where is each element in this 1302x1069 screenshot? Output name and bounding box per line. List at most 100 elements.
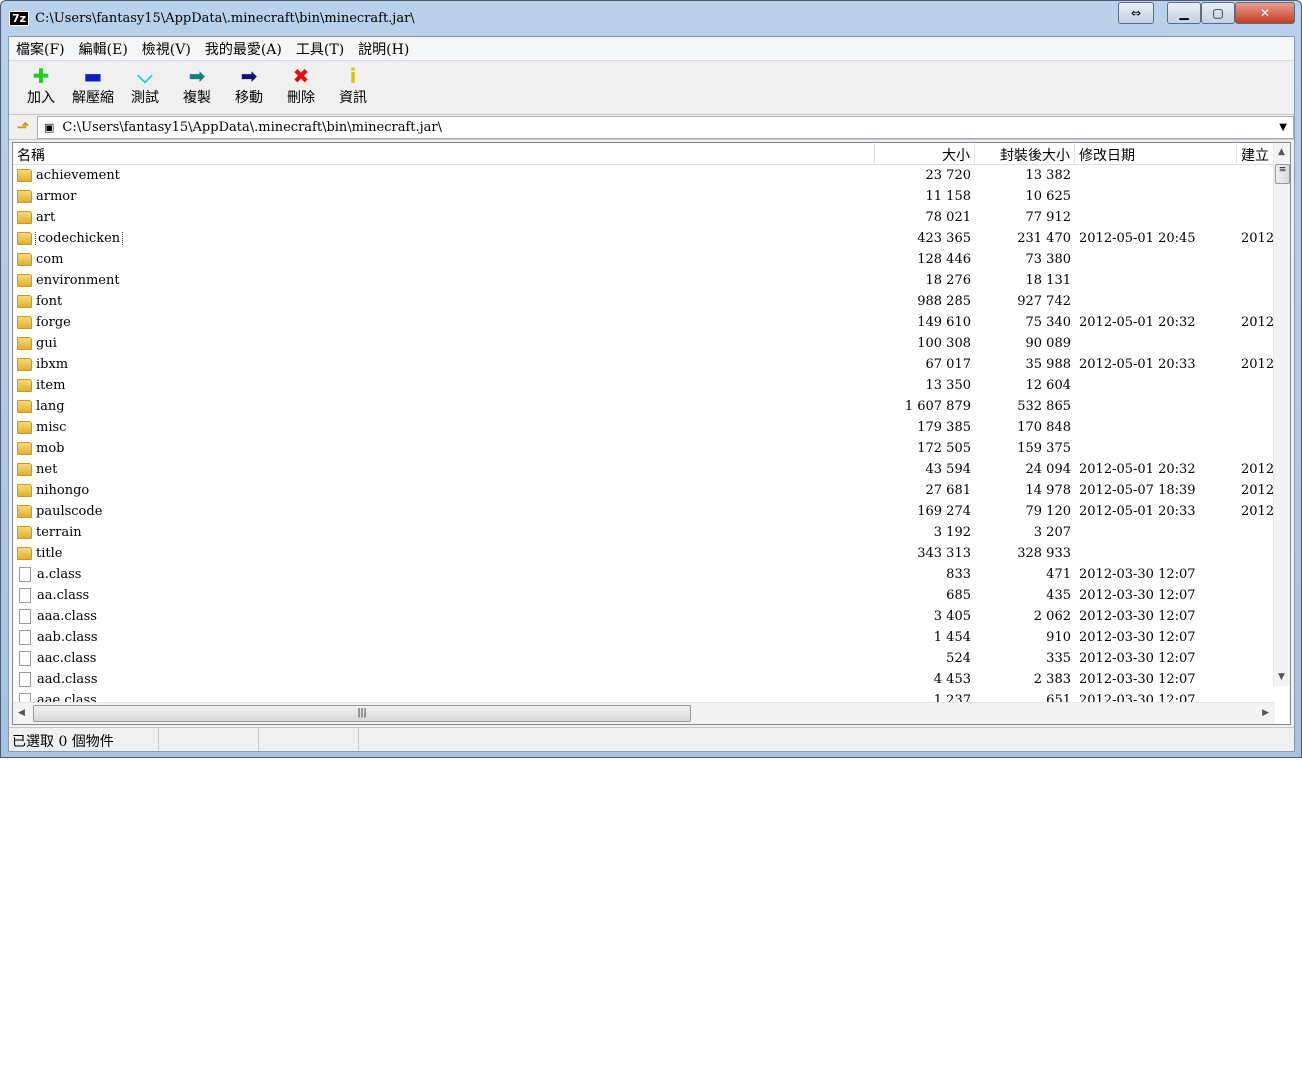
dropdown-arrow-icon[interactable]: ▼ xyxy=(1279,122,1287,133)
cell-modified: 2012-03-30 12:07 xyxy=(1079,651,1196,666)
column-packed-size[interactable]: 封裝後大小 xyxy=(975,143,1075,164)
table-row[interactable]: armor 11 158 10 625 xyxy=(13,186,1275,207)
table-row[interactable]: net 43 594 24 094 2012-05-01 20:32 2012- xyxy=(13,459,1275,480)
table-row[interactable]: lang 1 607 879 532 865 xyxy=(13,396,1275,417)
maximize-button[interactable]: ▢ xyxy=(1201,2,1235,24)
cell-size: 23 720 xyxy=(925,168,972,183)
menu-bar: 檔案(F) 編輯(E) 檢視(V) 我的最愛(A) 工具(T) 說明(H) xyxy=(9,37,1294,61)
cell-name: art xyxy=(13,210,875,225)
table-row[interactable]: environment 18 276 18 131 xyxy=(13,270,1275,291)
table-row[interactable]: aac.class 524 335 2012-03-30 12:07 xyxy=(13,648,1275,669)
cell-size: 149 610 xyxy=(917,315,971,330)
cell-name: nihongo xyxy=(13,483,875,498)
menu-item[interactable]: 檔案(F) xyxy=(9,39,72,59)
table-row[interactable]: paulscode 169 274 79 120 2012-05-01 20:3… xyxy=(13,501,1275,522)
table-row[interactable]: terrain 3 192 3 207 xyxy=(13,522,1275,543)
cell-modified: 2012-03-30 12:07 xyxy=(1079,630,1196,645)
cell-packed-size: 13 382 xyxy=(1025,168,1072,183)
scroll-up-icon[interactable]: ▲ xyxy=(1278,147,1285,157)
folder-icon xyxy=(17,505,32,518)
folder-icon xyxy=(17,379,32,392)
table-row[interactable]: aaa.class 3 405 2 062 2012-03-30 12:07 xyxy=(13,606,1275,627)
toolbar-label: 複製 xyxy=(183,90,211,106)
scroll-left-icon[interactable]: ◀ xyxy=(18,708,25,718)
table-row[interactable]: com 128 446 73 380 xyxy=(13,249,1275,270)
table-row[interactable]: gui 100 308 90 089 xyxy=(13,333,1275,354)
menu-item[interactable]: 說明(H) xyxy=(351,39,416,59)
toolbar-button-3[interactable]: ➡ 複製 xyxy=(171,61,223,107)
column-created[interactable]: 建立 xyxy=(1237,143,1275,164)
item-name: com xyxy=(36,252,64,267)
cell-packed-size: 90 089 xyxy=(1025,336,1072,351)
vertical-scrollbar[interactable]: ▲ ≡ ▼ xyxy=(1273,143,1290,686)
status-bar: 已選取 0 個物件 xyxy=(9,727,1294,751)
scroll-right-icon[interactable]: ▶ xyxy=(1262,708,1269,718)
file-icon xyxy=(19,567,31,582)
horizontal-scrollbar[interactable]: ◀ ||| ▶ xyxy=(13,702,1275,724)
table-row[interactable]: forge 149 610 75 340 2012-05-01 20:32 20… xyxy=(13,312,1275,333)
file-icon xyxy=(19,609,31,624)
item-name: aab.class xyxy=(37,630,98,645)
folder-icon xyxy=(17,316,32,329)
item-name: nihongo xyxy=(36,483,90,498)
cell-created: 2012- xyxy=(1241,504,1275,519)
folder-icon xyxy=(17,463,32,476)
toolbar-button-5[interactable]: ✖ 刪除 xyxy=(275,61,327,107)
column-size[interactable]: 大小 xyxy=(875,143,975,164)
file-icon xyxy=(19,588,31,603)
cell-size: 685 xyxy=(946,588,971,603)
table-row[interactable]: item 13 350 12 604 xyxy=(13,375,1275,396)
scroll-down-icon[interactable]: ▼ xyxy=(1278,672,1285,682)
table-row[interactable]: ibxm 67 017 35 988 2012-05-01 20:33 2012… xyxy=(13,354,1275,375)
cell-created: 2012- xyxy=(1241,462,1275,477)
restore-aero-button[interactable]: ⇔ xyxy=(1118,2,1154,24)
up-folder-button[interactable]: ⬏ xyxy=(9,118,37,136)
toolbar-button-4[interactable]: ➡ 移動 xyxy=(223,61,275,107)
toolbar-label: 資訊 xyxy=(339,90,367,106)
file-icon xyxy=(19,630,31,645)
cell-packed-size: 170 848 xyxy=(1017,420,1071,435)
column-name[interactable]: 名稱 xyxy=(13,143,875,164)
item-name: aad.class xyxy=(37,672,98,687)
minimize-button[interactable]: ▁ xyxy=(1167,2,1201,24)
menu-item[interactable]: 我的最愛(A) xyxy=(198,39,289,59)
address-input[interactable]: ▣ C:\Users\fantasy15\AppData\.minecraft\… xyxy=(37,115,1294,139)
horizontal-scroll-thumb[interactable]: ||| xyxy=(33,705,691,722)
cell-size: 27 681 xyxy=(925,483,972,498)
cell-packed-size: 435 xyxy=(1046,588,1071,603)
table-row[interactable]: nihongo 27 681 14 978 2012-05-07 18:39 2… xyxy=(13,480,1275,501)
cell-name: terrain xyxy=(13,525,875,540)
table-row[interactable]: aad.class 4 453 2 383 2012-03-30 12:07 xyxy=(13,669,1275,690)
toolbar-button-0[interactable]: ✚ 加入 xyxy=(15,61,67,107)
toolbar-button-6[interactable]: i 資訊 xyxy=(327,61,379,107)
table-row[interactable]: font 988 285 927 742 xyxy=(13,291,1275,312)
table-row[interactable]: codechicken 423 365 231 470 2012-05-01 2… xyxy=(13,228,1275,249)
table-row[interactable]: title 343 313 328 933 xyxy=(13,543,1275,564)
table-row[interactable]: misc 179 385 170 848 xyxy=(13,417,1275,438)
table-row[interactable]: a.class 833 471 2012-03-30 12:07 xyxy=(13,564,1275,585)
table-row[interactable]: mob 172 505 159 375 xyxy=(13,438,1275,459)
vertical-scroll-thumb[interactable]: ≡ xyxy=(1275,164,1290,184)
toolbar-button-2[interactable]: ⌵ 測試 xyxy=(119,61,171,107)
close-button[interactable]: ✕ xyxy=(1235,2,1295,24)
table-row[interactable]: art 78 021 77 912 xyxy=(13,207,1275,228)
menu-item[interactable]: 編輯(E) xyxy=(72,39,135,59)
table-row[interactable]: aa.class 685 435 2012-03-30 12:07 xyxy=(13,585,1275,606)
status-cell-3 xyxy=(259,728,359,751)
cell-size: 423 365 xyxy=(917,231,971,246)
menu-item[interactable]: 檢視(V) xyxy=(135,39,198,59)
cell-packed-size: 159 375 xyxy=(1017,441,1071,456)
check-icon: ⌵ xyxy=(137,64,153,88)
copy-arrow-icon: ➡ xyxy=(188,64,206,88)
cell-packed-size: 910 xyxy=(1046,630,1071,645)
cell-modified: 2012-05-01 20:33 xyxy=(1079,504,1196,519)
cell-size: 524 xyxy=(946,651,971,666)
table-row[interactable]: achievement 23 720 13 382 xyxy=(13,165,1275,186)
toolbar-label: 刪除 xyxy=(287,90,315,106)
column-modified[interactable]: 修改日期 xyxy=(1075,143,1237,164)
folder-icon xyxy=(17,232,32,245)
toolbar-button-1[interactable]: ▬ 解壓縮 xyxy=(67,61,119,107)
table-row[interactable]: aab.class 1 454 910 2012-03-30 12:07 xyxy=(13,627,1275,648)
app-logo-icon: 7z xyxy=(9,10,30,26)
menu-item[interactable]: 工具(T) xyxy=(289,39,351,59)
